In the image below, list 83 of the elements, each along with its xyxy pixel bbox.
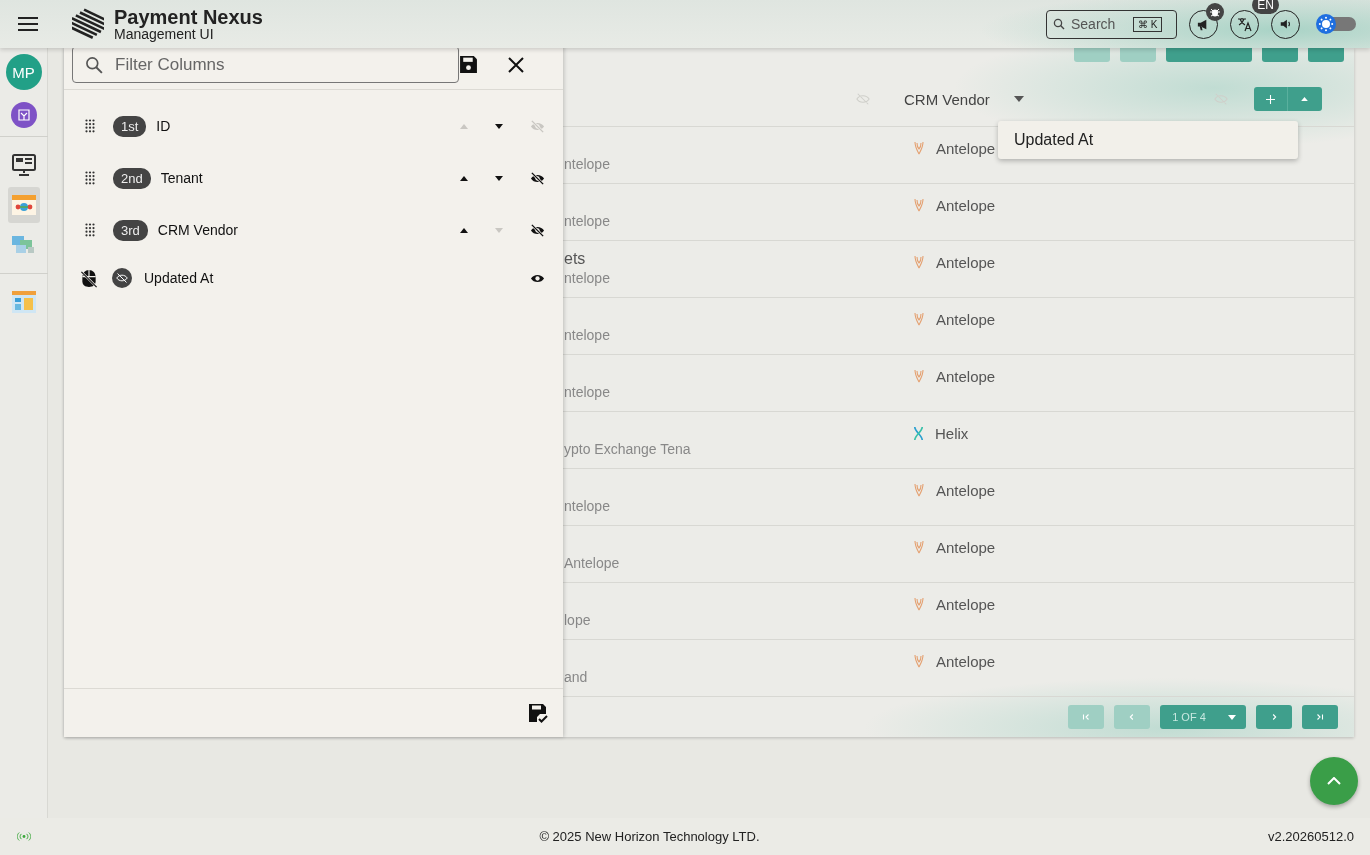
plus-icon: [1265, 94, 1275, 104]
tenant-detail: lope: [564, 612, 592, 628]
order-badge: 2nd: [113, 167, 151, 189]
organization-icon[interactable]: [10, 102, 37, 128]
order-badge: 1st: [113, 115, 147, 137]
bug-icon: [1206, 2, 1224, 21]
tenant-detail: Antelope: [564, 555, 621, 571]
vendor-name: Antelope: [936, 538, 996, 556]
caret-icon: [1301, 97, 1309, 101]
signal-icon: [17, 832, 31, 841]
column-header[interactable]: CRM Vendor: [904, 90, 990, 108]
tenant-detail: and: [564, 669, 589, 685]
search-icon: [1053, 18, 1065, 30]
move-up-icon[interactable]: [460, 227, 468, 233]
move-down-icon[interactable]: [495, 123, 503, 129]
version-text: v2.20260512.0: [1267, 829, 1354, 844]
save-icon[interactable]: [459, 55, 478, 74]
tenant-detail: ntelope: [564, 384, 611, 400]
vendor-name: Antelope: [936, 652, 996, 670]
first-icon: [1081, 712, 1091, 722]
chevron-up-icon: [1327, 777, 1341, 785]
drag-handle-icon[interactable]: [85, 171, 95, 185]
tenant-name: ets: [564, 250, 587, 269]
vendor-name: Antelope: [936, 139, 996, 157]
antelope-icon: [912, 312, 926, 326]
drag-handle-icon[interactable]: [85, 119, 95, 133]
logo-icon: [72, 8, 104, 40]
monitor-icon: [11, 154, 36, 176]
tenant-detail: ntelope: [564, 213, 611, 229]
move-up-icon[interactable]: [460, 175, 468, 181]
dna-icon: [912, 425, 925, 441]
copyright-text: © 2025 New Horizon Technology LTD.: [538, 829, 761, 844]
mouse-icon: [81, 268, 97, 288]
save-check-icon[interactable]: [528, 703, 548, 723]
eye-off-icon[interactable]: [530, 170, 545, 186]
vendor-name: Helix: [935, 424, 969, 442]
shortcut-key: ⌘ K: [1133, 16, 1163, 32]
sun-icon: [1316, 14, 1336, 34]
app-subtitle: Management UI: [114, 27, 215, 41]
vendor-name: Antelope: [936, 595, 996, 613]
tenant-detail: ntelope: [564, 498, 611, 514]
last-icon: [1315, 712, 1325, 722]
antelope-icon: [912, 198, 926, 212]
vendor-name: Antelope: [936, 367, 996, 385]
add-column-button[interactable]: [1253, 87, 1288, 111]
antelope-icon: [912, 540, 926, 554]
antelope-icon: [912, 597, 926, 611]
caret-icon: [1228, 714, 1236, 720]
vendor-name: Antelope: [936, 253, 996, 271]
search-input[interactable]: Search: [1071, 16, 1127, 32]
antelope-icon: [912, 654, 926, 668]
calendar-icon: [10, 194, 37, 216]
tenant-detail: ntelope: [564, 156, 611, 172]
column-name: Updated At: [144, 270, 214, 286]
antelope-icon: [912, 369, 926, 383]
tenant-detail: ntelope: [564, 270, 611, 286]
menu-item[interactable]: Updated At: [998, 121, 1298, 159]
dashboard-icon: [10, 290, 37, 314]
eye-off-icon[interactable]: [530, 222, 545, 238]
tenant-detail: ypto Exchange Tena: [564, 441, 692, 457]
vendor-name: Antelope: [936, 196, 996, 214]
antelope-icon: [912, 483, 926, 497]
vendor-name: Antelope: [936, 310, 996, 328]
language-badge: EN: [1252, 0, 1279, 14]
search-bar[interactable]: Search ⌘ K: [1046, 9, 1177, 39]
tenant-detail: ntelope: [564, 327, 611, 343]
drag-handle-icon[interactable]: [85, 223, 95, 237]
caret-icon[interactable]: [1013, 96, 1024, 102]
order-badge: 3rd: [113, 219, 148, 241]
filter-input[interactable]: Filter Columns: [113, 53, 417, 76]
column-name: CRM Vendor: [157, 222, 238, 238]
antelope-icon: [912, 141, 926, 155]
menu-icon[interactable]: [18, 17, 38, 31]
translate-icon: [1236, 16, 1253, 32]
move-down-icon[interactable]: [495, 175, 503, 181]
search-icon: [85, 55, 103, 74]
close-icon[interactable]: [508, 56, 524, 73]
column-name: Tenant: [160, 170, 203, 186]
scroll-top-button[interactable]: [1310, 757, 1358, 805]
antelope-icon: [912, 255, 926, 269]
column-name: ID: [156, 118, 171, 134]
speaker-icon: [1278, 17, 1293, 31]
vendor-name: Antelope: [936, 481, 996, 499]
